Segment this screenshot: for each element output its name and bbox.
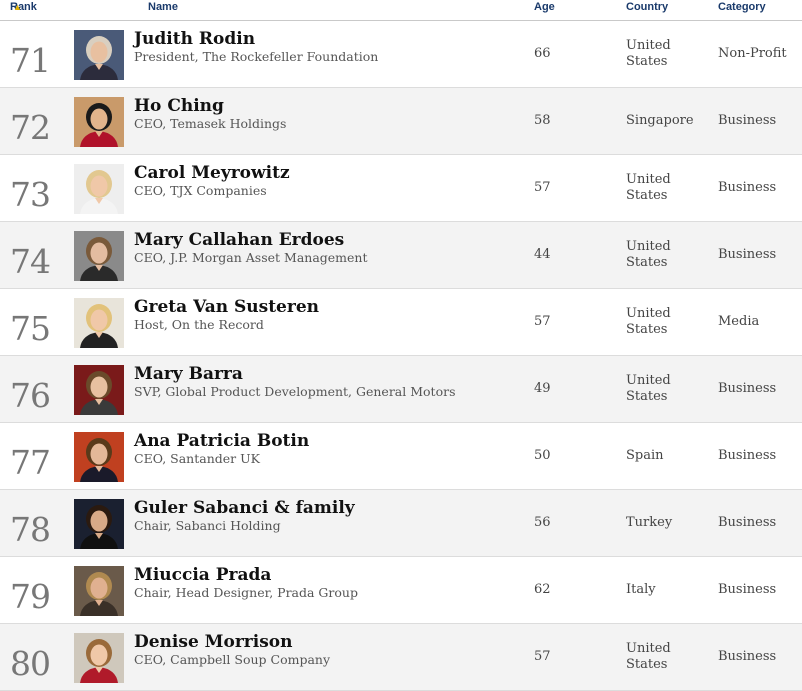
person-title: CEO, Santander UK xyxy=(134,451,260,466)
table-row[interactable]: 75 Greta Van Susteren Host, On the Record 5… xyxy=(0,289,802,356)
person-name[interactable]: Denise Morrison xyxy=(134,632,292,652)
portrait-image xyxy=(74,499,124,549)
rank-number: 72 xyxy=(10,108,51,147)
person-name[interactable]: Guler Sabanci & family xyxy=(134,498,355,518)
person-name[interactable]: Mary Barra xyxy=(134,364,243,384)
person-title: CEO, Campbell Soup Company xyxy=(134,652,331,667)
table-row[interactable]: 76 Mary Barra SVP, Global Product Developm… xyxy=(0,356,802,423)
profile-photo[interactable] xyxy=(74,566,124,616)
person-country: United States xyxy=(626,306,671,337)
table-row[interactable]: 79 Miuccia Prada Chair, Head Designer, Pra… xyxy=(0,557,802,624)
person-title: CEO, J.P. Morgan Asset Management xyxy=(134,250,368,265)
portrait-image xyxy=(74,633,124,683)
profile-photo[interactable] xyxy=(74,30,124,80)
portrait-image xyxy=(74,97,124,147)
person-title: Chair, Head Designer, Prada Group xyxy=(134,585,358,600)
rankings-table: Rank ▲ Name Age Country Category 71 Judith… xyxy=(0,0,802,691)
profile-photo[interactable] xyxy=(74,499,124,549)
person-title: SVP, Global Product Development, General… xyxy=(134,384,456,399)
portrait-image xyxy=(74,164,124,214)
rank-number: 75 xyxy=(10,309,51,348)
rank-number: 76 xyxy=(10,376,51,415)
person-age: 44 xyxy=(534,247,551,262)
person-age: 58 xyxy=(534,113,551,128)
person-country: Spain xyxy=(626,448,664,463)
category-column-header[interactable]: Category xyxy=(718,0,766,14)
age-column-header[interactable]: Age xyxy=(534,0,555,14)
portrait-image xyxy=(74,231,124,281)
person-country: United States xyxy=(626,172,671,203)
table-row[interactable]: 77 Ana Patricia Botin CEO, Santander UK 50 S… xyxy=(0,423,802,490)
person-country: United States xyxy=(626,641,671,672)
person-age: 50 xyxy=(534,448,551,463)
person-country: United States xyxy=(626,239,671,270)
person-age: 66 xyxy=(534,46,551,61)
rank-number: 80 xyxy=(10,644,51,683)
person-age: 57 xyxy=(534,314,551,329)
person-age: 56 xyxy=(534,515,551,530)
person-category: Business xyxy=(718,247,777,262)
person-category: Media xyxy=(718,314,760,329)
person-country: United States xyxy=(626,373,671,404)
sort-ascending-icon: ▲ xyxy=(13,2,22,12)
person-name[interactable]: Miuccia Prada xyxy=(134,565,271,585)
rank-number: 77 xyxy=(10,443,51,482)
portrait-image xyxy=(74,566,124,616)
rank-number: 79 xyxy=(10,577,51,616)
person-category: Business xyxy=(718,515,777,530)
person-category: Business xyxy=(718,582,777,597)
profile-photo[interactable] xyxy=(74,365,124,415)
country-column-header[interactable]: Country xyxy=(626,0,668,14)
person-title: President, The Rockefeller Foundation xyxy=(134,49,379,64)
person-category: Business xyxy=(718,180,777,195)
portrait-image xyxy=(74,30,124,80)
table-body: 71 Judith Rodin President, The Rockefeller… xyxy=(0,21,802,691)
portrait-image xyxy=(74,365,124,415)
table-row[interactable]: 73 Carol Meyrowitz CEO, TJX Companies 57 Uni… xyxy=(0,155,802,222)
person-age: 57 xyxy=(534,649,551,664)
table-row[interactable]: 74 Mary Callahan Erdoes CEO, J.P. Morgan A… xyxy=(0,222,802,289)
person-name[interactable]: Carol Meyrowitz xyxy=(134,163,290,183)
person-category: Business xyxy=(718,381,777,396)
person-category: Business xyxy=(718,649,777,664)
person-title: CEO, Temasek Holdings xyxy=(134,116,287,131)
person-category: Business xyxy=(718,113,777,128)
person-title: Host, On the Record xyxy=(134,317,264,332)
person-title: CEO, TJX Companies xyxy=(134,183,267,198)
profile-photo[interactable] xyxy=(74,97,124,147)
person-name[interactable]: Ho Ching xyxy=(134,96,224,116)
person-category: Business xyxy=(718,448,777,463)
rank-number: 74 xyxy=(10,242,51,281)
table-row[interactable]: 78 Guler Sabanci & family Chair, Sabanci H… xyxy=(0,490,802,557)
person-age: 49 xyxy=(534,381,551,396)
table-row[interactable]: 80 Denise Morrison CEO, Campbell Soup Comp… xyxy=(0,624,802,691)
person-country: United States xyxy=(626,38,671,69)
table-header: Rank ▲ Name Age Country Category xyxy=(0,0,802,21)
rank-number: 78 xyxy=(10,510,51,549)
rank-number: 71 xyxy=(10,41,51,80)
person-age: 57 xyxy=(534,180,551,195)
portrait-image xyxy=(74,298,124,348)
table-row[interactable]: 72 Ho Ching CEO, Temasek Holdings 58 Singapo… xyxy=(0,88,802,155)
person-age: 62 xyxy=(534,582,551,597)
profile-photo[interactable] xyxy=(74,633,124,683)
table-row[interactable]: 71 Judith Rodin President, The Rockefeller… xyxy=(0,21,802,88)
person-name[interactable]: Mary Callahan Erdoes xyxy=(134,230,344,250)
person-title: Chair, Sabanci Holding xyxy=(134,518,281,533)
person-country: Turkey xyxy=(626,515,673,530)
profile-photo[interactable] xyxy=(74,298,124,348)
person-country: Singapore xyxy=(626,113,694,128)
portrait-image xyxy=(74,432,124,482)
name-column-header[interactable]: Name xyxy=(148,0,178,14)
rank-number: 73 xyxy=(10,175,51,214)
profile-photo[interactable] xyxy=(74,432,124,482)
person-category: Non-Profit xyxy=(718,46,787,61)
profile-photo[interactable] xyxy=(74,231,124,281)
person-name[interactable]: Greta Van Susteren xyxy=(134,297,319,317)
person-name[interactable]: Judith Rodin xyxy=(134,29,255,49)
profile-photo[interactable] xyxy=(74,164,124,214)
person-country: Italy xyxy=(626,582,656,597)
person-name[interactable]: Ana Patricia Botin xyxy=(134,431,309,451)
